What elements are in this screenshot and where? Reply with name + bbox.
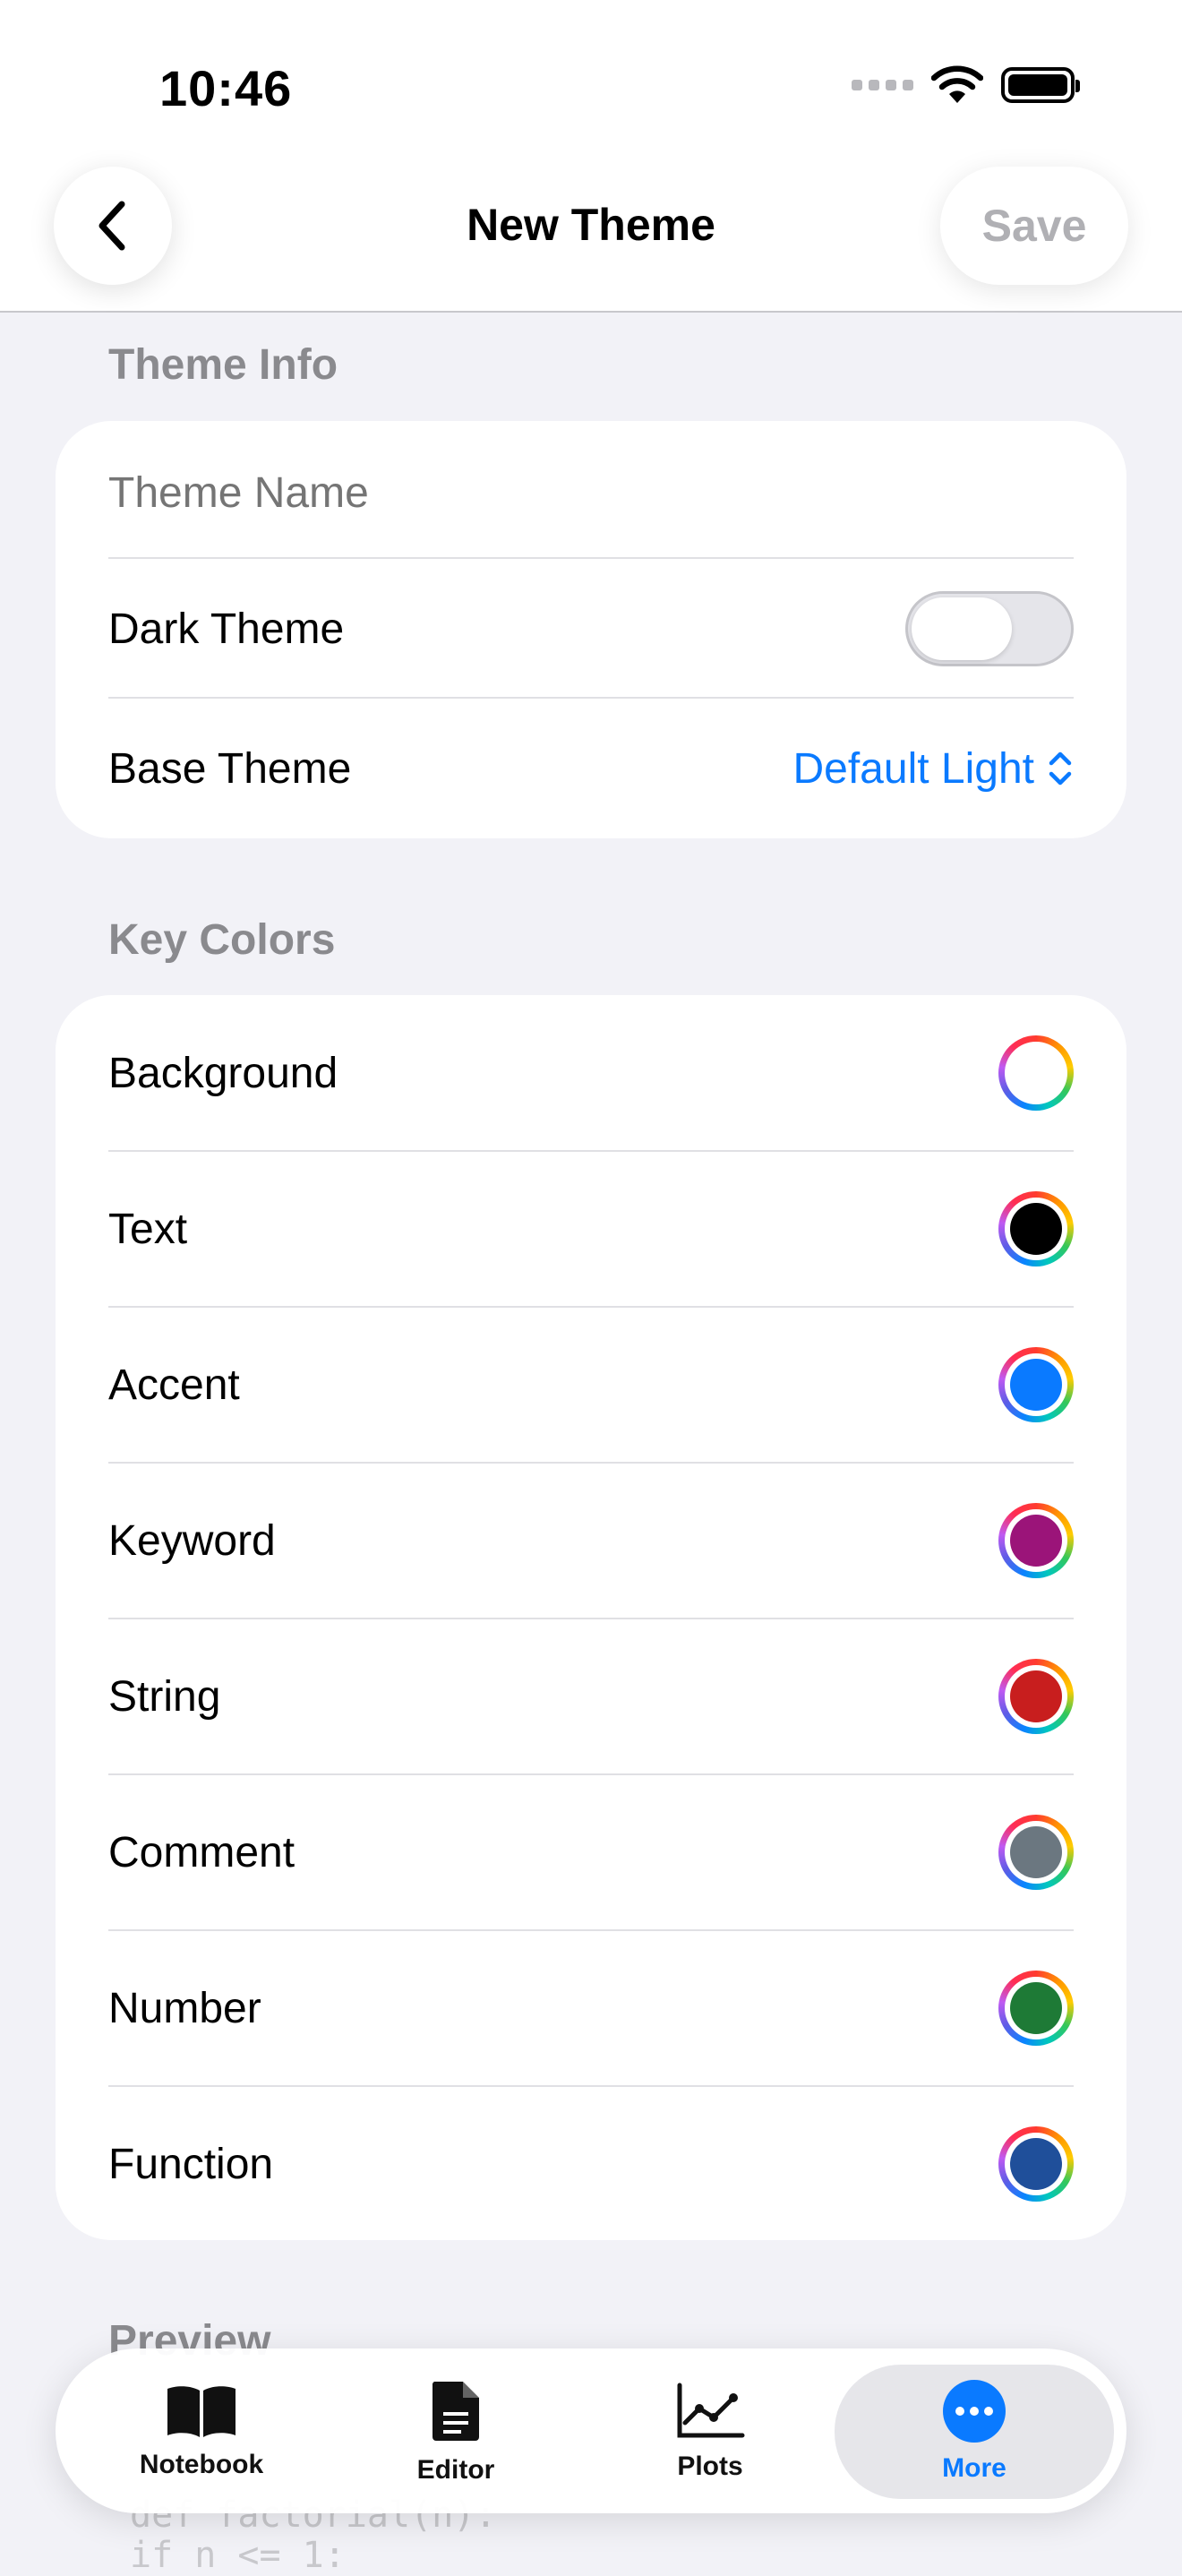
color-row-label: Function bbox=[108, 2140, 274, 2188]
base-theme-row: Base Theme Default Light bbox=[108, 699, 1074, 838]
tab-label: More bbox=[942, 2453, 1006, 2483]
more-icon bbox=[943, 2380, 1006, 2443]
base-theme-value: Default Light bbox=[792, 744, 1034, 793]
status-icons bbox=[852, 63, 1080, 107]
chevron-up-down-icon bbox=[1049, 751, 1072, 786]
color-row-label: Text bbox=[108, 1205, 188, 1253]
tab-plots[interactable]: Plots bbox=[589, 2365, 831, 2499]
line-chart-icon bbox=[677, 2383, 745, 2438]
base-theme-picker[interactable]: Default Light bbox=[792, 744, 1074, 794]
color-picker-swatch[interactable] bbox=[998, 1503, 1074, 1578]
theme-name-row[interactable] bbox=[108, 466, 1074, 519]
tab-bar: Notebook Editor Plots More bbox=[56, 2348, 1126, 2513]
dark-theme-label: Dark Theme bbox=[108, 605, 345, 653]
base-theme-label: Base Theme bbox=[108, 744, 352, 793]
color-row-label: Number bbox=[108, 1984, 261, 2032]
dark-theme-row: Dark Theme bbox=[108, 559, 1074, 699]
tab-notebook[interactable]: Notebook bbox=[81, 2365, 322, 2499]
color-row-label: Keyword bbox=[108, 1516, 276, 1565]
battery-icon bbox=[1001, 67, 1080, 103]
color-row-label: String bbox=[108, 1672, 221, 1721]
color-row-number: Number bbox=[108, 1930, 1074, 2086]
dark-theme-toggle[interactable] bbox=[905, 591, 1074, 666]
book-icon bbox=[167, 2386, 236, 2437]
tab-label: Notebook bbox=[139, 2450, 264, 2479]
document-icon bbox=[432, 2382, 479, 2441]
preview-code-line: if n <= 1: bbox=[130, 2535, 346, 2576]
theme-name-input[interactable] bbox=[108, 468, 1074, 518]
wifi-icon bbox=[931, 65, 983, 103]
color-row-text: Text bbox=[108, 1151, 1074, 1307]
color-picker-swatch[interactable] bbox=[998, 1191, 1074, 1267]
color-row-string: String bbox=[108, 1619, 1074, 1774]
tab-editor[interactable]: Editor bbox=[335, 2365, 577, 2499]
tab-label: Editor bbox=[416, 2455, 495, 2485]
color-row-label: Comment bbox=[108, 1828, 296, 1876]
color-picker-swatch[interactable] bbox=[998, 1971, 1074, 2046]
save-button[interactable]: Save bbox=[940, 167, 1128, 285]
theme-info-section-label: Theme Info bbox=[108, 341, 338, 389]
header: 10:46 New Theme Save bbox=[0, 0, 1182, 313]
key-colors-section-label: Key Colors bbox=[108, 916, 336, 964]
tab-more[interactable]: More bbox=[835, 2365, 1114, 2499]
key-colors-card: Background Text Accent Keyword String Comment… bbox=[56, 995, 1126, 2240]
color-picker-swatch[interactable] bbox=[998, 1347, 1074, 1422]
theme-info-card: Dark Theme Base Theme Default Light bbox=[56, 421, 1126, 838]
color-picker-swatch[interactable] bbox=[998, 1659, 1074, 1734]
status-time: 10:46 bbox=[159, 60, 293, 116]
color-row-accent: Accent bbox=[108, 1307, 1074, 1463]
color-picker-swatch[interactable] bbox=[998, 1035, 1074, 1111]
color-row-label: Background bbox=[108, 1049, 338, 1097]
color-row-keyword: Keyword bbox=[108, 1463, 1074, 1619]
color-picker-swatch[interactable] bbox=[998, 2126, 1074, 2202]
cellular-signal-icon bbox=[852, 80, 913, 90]
color-row-label: Accent bbox=[108, 1361, 240, 1409]
tab-label: Plots bbox=[677, 2451, 743, 2481]
color-row-function: Function bbox=[108, 2086, 1074, 2242]
color-picker-swatch[interactable] bbox=[998, 1815, 1074, 1890]
color-row-comment: Comment bbox=[108, 1774, 1074, 1930]
color-row-background: Background bbox=[108, 995, 1074, 1151]
